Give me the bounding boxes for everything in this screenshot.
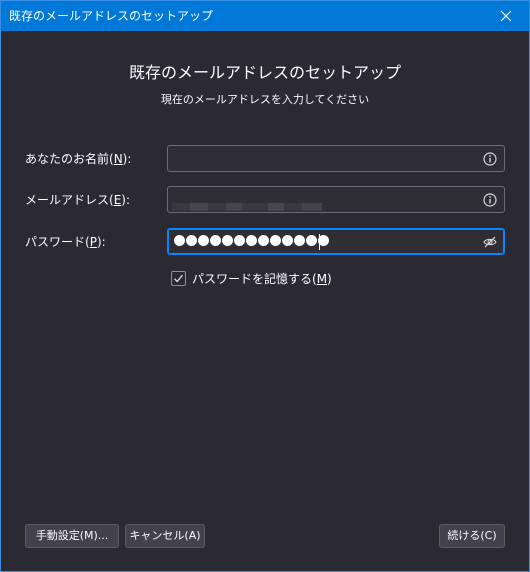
email-label: メールアドレス(E): — [25, 192, 130, 208]
setup-dialog-window: 既存のメールアドレスのセットアップ 既存のメールアドレスのセットアップ 現在のメ… — [0, 0, 530, 572]
name-access-key: N — [113, 152, 123, 166]
password-dot — [222, 235, 233, 246]
password-dot — [270, 235, 281, 246]
password-dot — [174, 235, 185, 246]
title-bar: 既存のメールアドレスのセットアップ — [1, 1, 529, 31]
password-label-suffix: ): — [96, 235, 106, 249]
password-dot — [198, 235, 209, 246]
name-label-suffix: ): — [122, 152, 132, 166]
email-input[interactable] — [167, 186, 505, 213]
manual-config-button[interactable]: 手動設定(M)... — [25, 524, 119, 548]
cancel-button[interactable]: キャンセル(A) — [125, 524, 205, 548]
password-label-prefix: パスワード( — [25, 235, 90, 249]
password-dot — [246, 235, 257, 246]
info-icon[interactable] — [483, 152, 497, 166]
remember-label-prefix: パスワードを記憶する( — [192, 272, 317, 286]
remember-password-checkbox[interactable] — [171, 271, 186, 286]
window-title: 既存のメールアドレスのセットアップ — [9, 9, 214, 23]
close-button[interactable] — [483, 1, 529, 31]
remember-password-label: パスワードを記憶する(M) — [192, 271, 332, 287]
name-input[interactable] — [167, 145, 505, 172]
email-label-suffix: ): — [121, 193, 131, 207]
email-label-prefix: メールアドレス( — [25, 193, 114, 207]
page-heading: 既存のメールアドレスのセットアップ — [128, 63, 401, 82]
checkmark-icon — [174, 274, 184, 283]
continue-button[interactable]: 続ける(C) — [439, 524, 505, 548]
remember-label-suffix: ) — [327, 272, 332, 286]
password-dot — [258, 235, 269, 246]
password-dot — [294, 235, 305, 246]
info-icon[interactable] — [483, 193, 497, 207]
password-label: パスワード(P): — [25, 234, 106, 250]
password-dot — [306, 235, 317, 246]
name-label-prefix: あなたのお名前( — [25, 152, 114, 166]
close-icon — [500, 10, 512, 22]
password-dot — [282, 235, 293, 246]
password-access-key: P — [89, 235, 97, 249]
eye-slash-icon[interactable] — [483, 235, 497, 249]
text-caret — [319, 234, 320, 250]
redacted-email-value — [172, 203, 322, 211]
password-dot — [210, 235, 221, 246]
password-dot — [186, 235, 197, 246]
name-label: あなたのお名前(N): — [25, 151, 131, 167]
password-dot — [234, 235, 245, 246]
remember-access-key: M — [316, 272, 328, 286]
password-masked-value — [174, 235, 329, 246]
password-input[interactable] — [167, 228, 505, 255]
page-subheading: 現在のメールアドレスを入力してください — [160, 93, 370, 106]
